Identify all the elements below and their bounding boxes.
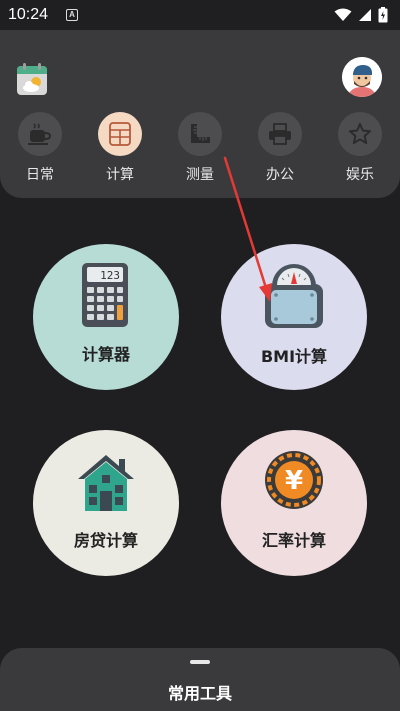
- tile-label: BMI计算: [260, 347, 328, 366]
- signal-icon: [359, 9, 371, 21]
- tab-label: 计算: [106, 167, 134, 183]
- calculator-display: 123: [100, 269, 120, 282]
- tile-label: 房贷计算: [73, 531, 138, 550]
- weather-calendar-icon[interactable]: [16, 62, 48, 96]
- tool-exchange-rate[interactable]: ¥ 汇率计算: [221, 430, 367, 576]
- tab-calculate[interactable]: 计算: [90, 112, 150, 184]
- coffee-icon: [18, 112, 62, 156]
- tab-label: 办公: [266, 167, 294, 183]
- category-tabs: 日常 计算 测量 办公 娱乐: [0, 112, 400, 192]
- notification-icon: A: [66, 9, 79, 21]
- tab-daily[interactable]: 日常: [10, 112, 70, 184]
- tab-entertainment[interactable]: 娱乐: [330, 112, 390, 184]
- tab-label: 测量: [186, 167, 214, 183]
- bottom-sheet[interactable]: 常用工具: [0, 648, 400, 711]
- yuan-coin-icon: ¥: [264, 450, 324, 514]
- battery-icon: [378, 7, 388, 23]
- tool-bmi[interactable]: BMI计算: [221, 244, 367, 390]
- avatar[interactable]: [342, 57, 382, 97]
- house-icon: [76, 453, 136, 515]
- tab-measure[interactable]: 测量: [170, 112, 230, 184]
- header-panel: 日常 计算 测量 办公 娱乐: [0, 30, 400, 198]
- tab-label: 娱乐: [346, 167, 374, 183]
- tile-label: 计算器: [81, 345, 130, 364]
- tile-label: 汇率计算: [261, 531, 326, 550]
- tool-calculator[interactable]: 123 计算器: [33, 244, 179, 390]
- calculator-icon: [98, 112, 142, 156]
- printer-icon: [258, 112, 302, 156]
- bottom-sheet-title: 常用工具: [167, 684, 232, 703]
- scale-icon: [264, 264, 324, 332]
- tool-mortgage[interactable]: 房贷计算: [33, 430, 179, 576]
- wifi-icon: [334, 8, 352, 21]
- yuan-symbol: ¥: [285, 466, 303, 496]
- status-icons: [334, 7, 388, 23]
- tab-label: 日常: [26, 167, 54, 183]
- ruler-icon: [178, 112, 222, 156]
- drag-handle[interactable]: [190, 660, 210, 664]
- tab-office[interactable]: 办公: [250, 112, 310, 184]
- status-time: 10:24: [8, 6, 49, 23]
- calculator-icon: 123: [81, 262, 129, 332]
- star-icon: [338, 112, 382, 156]
- status-bar: 10:24 A: [0, 0, 400, 30]
